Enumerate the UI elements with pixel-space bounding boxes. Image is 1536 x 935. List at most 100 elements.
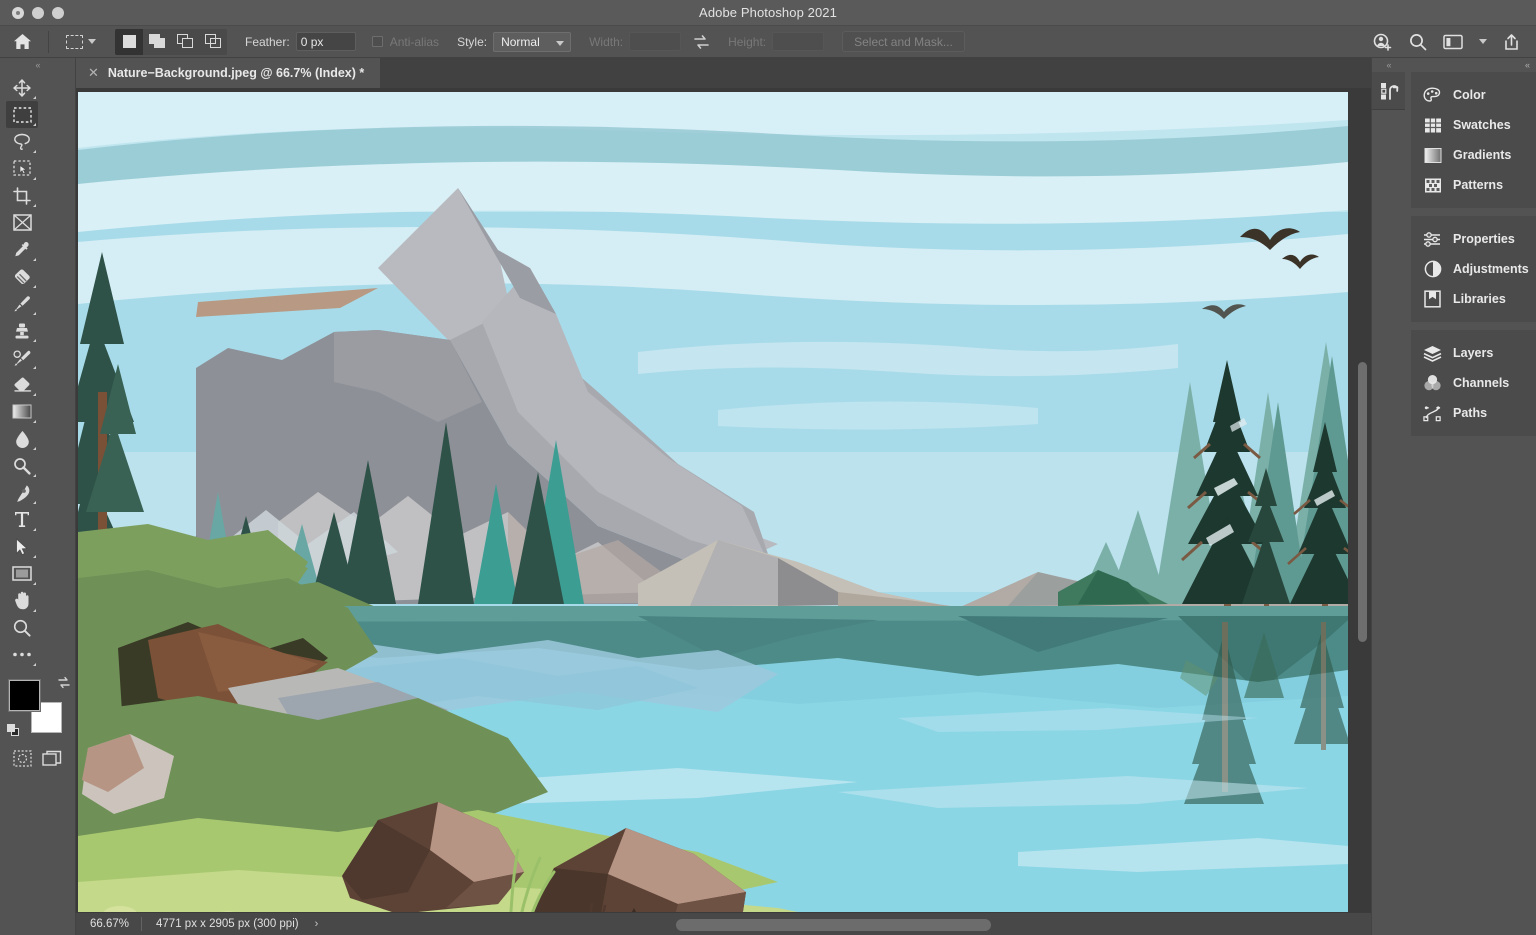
photoshop-window: Adobe Photoshop 2021 Feather: 0 px Anti-…: [0, 0, 1536, 935]
layers-stack-icon: [1423, 344, 1442, 363]
canvas-area: 66.67% 4771 px x 2905 px (300 ppi) ›: [76, 88, 1371, 935]
blur-tool[interactable]: [6, 425, 38, 452]
lasso-tool[interactable]: [6, 128, 38, 155]
eyedropper-tool[interactable]: [6, 236, 38, 263]
screen-mode-icon[interactable]: [42, 750, 62, 767]
search-adobe-stock-icon[interactable]: [1373, 33, 1393, 51]
swap-colors-icon[interactable]: [57, 676, 71, 689]
default-colors-icon[interactable]: [6, 724, 21, 738]
channels-venn-icon: [1423, 374, 1442, 393]
canvas-vertical-scrollbar[interactable]: [1356, 92, 1369, 920]
panel-layers[interactable]: Layers: [1411, 338, 1536, 368]
properties-group: Properties Adjustments Libraries: [1411, 216, 1536, 322]
panel-swatches[interactable]: Swatches: [1411, 110, 1536, 140]
panel-label: Color: [1453, 88, 1486, 102]
type-tool[interactable]: [6, 506, 38, 533]
panel-label: Properties: [1453, 232, 1515, 246]
brush-tool[interactable]: [6, 290, 38, 317]
eraser-tool[interactable]: [6, 371, 38, 398]
anti-alias-checkbox[interactable]: [371, 36, 383, 47]
canvas-horizontal-scrollbar[interactable]: [676, 919, 991, 931]
color-group: Color Swatches Gradients Patterns: [1411, 72, 1536, 208]
gradient-icon: [1423, 146, 1442, 165]
subtract-from-selection-button[interactable]: [171, 29, 199, 55]
document-tab-bar: ✕ Nature−Background.jpeg @ 66.7% (Index)…: [76, 58, 1371, 88]
gradient-tool[interactable]: [6, 398, 38, 425]
width-label: Width:: [589, 34, 624, 49]
select-and-mask-label: Select and Mask...: [854, 34, 953, 49]
path-selection-tool[interactable]: [6, 533, 38, 560]
workspace-icon[interactable]: [1443, 34, 1463, 50]
swatches-grid-icon: [1423, 116, 1442, 135]
style-select[interactable]: Normal: [493, 31, 572, 52]
height-input[interactable]: [772, 32, 825, 51]
dodge-tool[interactable]: [6, 452, 38, 479]
rectangle-tool[interactable]: [6, 560, 38, 587]
crop-tool[interactable]: [6, 182, 38, 209]
paths-bezier-icon: [1423, 404, 1442, 423]
squares-subtract-icon: [176, 34, 194, 49]
swap-arrows-icon[interactable]: [693, 34, 710, 49]
frame-tool[interactable]: [6, 209, 38, 236]
chevron-down-icon[interactable]: [88, 39, 96, 44]
panel-patterns[interactable]: Patterns: [1411, 170, 1536, 200]
history-panel-button[interactable]: [1372, 72, 1406, 110]
mini-panel-dock: «: [1371, 58, 1406, 935]
document-tab[interactable]: ✕ Nature−Background.jpeg @ 66.7% (Index)…: [76, 58, 381, 88]
panel-paths[interactable]: Paths: [1411, 398, 1536, 428]
chevron-down-icon[interactable]: [1479, 39, 1487, 44]
status-bar: 66.67% 4771 px x 2905 px (300 ppi) ›: [76, 912, 1371, 935]
move-tool[interactable]: [6, 74, 38, 101]
squares-intersect-icon: [204, 34, 222, 49]
panel-label: Libraries: [1453, 292, 1506, 306]
quick-mask-icon[interactable]: [13, 750, 32, 767]
patterns-icon: [1423, 176, 1442, 195]
right-dock-collapse-button[interactable]: «: [1405, 58, 1536, 72]
edit-toolbar-tool[interactable]: [6, 641, 38, 668]
chevron-right-icon[interactable]: ›: [299, 918, 319, 930]
panel-adjustments[interactable]: Adjustments: [1411, 254, 1536, 284]
panel-channels[interactable]: Channels: [1411, 368, 1536, 398]
tools-panel: «: [0, 58, 76, 935]
tools-collapse-button[interactable]: «: [0, 58, 75, 72]
new-selection-button[interactable]: [115, 28, 143, 55]
artboard[interactable]: [78, 92, 1348, 920]
hand-tool[interactable]: [6, 587, 38, 614]
tools-grid: [0, 72, 75, 668]
square-filled-icon: [122, 35, 136, 48]
rectangular-marquee-tool[interactable]: [6, 101, 38, 128]
panel-libraries[interactable]: Libraries: [1411, 284, 1536, 314]
share-icon[interactable]: [1503, 33, 1520, 51]
zoom-tool[interactable]: [6, 614, 38, 641]
intersect-with-selection-button[interactable]: [199, 29, 227, 55]
panel-label: Adjustments: [1453, 262, 1529, 276]
close-icon[interactable]: ✕: [88, 65, 99, 81]
spot-healing-brush-tool[interactable]: [6, 263, 38, 290]
panel-gradients[interactable]: Gradients: [1411, 140, 1536, 170]
width-input[interactable]: [629, 32, 682, 51]
panel-color[interactable]: Color: [1411, 80, 1536, 110]
half-circle-icon: [1423, 260, 1442, 279]
clone-stamp-tool[interactable]: [6, 317, 38, 344]
select-and-mask-button[interactable]: Select and Mask...: [842, 31, 965, 52]
mode-buttons: [0, 736, 75, 767]
mini-dock-collapse-button[interactable]: «: [1372, 58, 1405, 72]
sliders-icon: [1423, 230, 1442, 249]
home-icon[interactable]: [0, 33, 44, 50]
history-brush-tool[interactable]: [6, 344, 38, 371]
divider: [48, 30, 49, 53]
zoom-level[interactable]: 66.67%: [76, 918, 141, 930]
object-selection-tool[interactable]: [6, 155, 38, 182]
add-to-selection-button[interactable]: [143, 29, 171, 55]
panel-label: Patterns: [1453, 178, 1504, 192]
feather-input[interactable]: [295, 32, 356, 51]
foreground-color-swatch[interactable]: [8, 680, 40, 711]
document-tab-title: Nature−Background.jpeg @ 66.7% (Index) *: [107, 66, 365, 80]
selection-mode-group: [115, 28, 227, 55]
search-icon[interactable]: [1409, 33, 1427, 51]
window-title: Adobe Photoshop 2021: [699, 5, 837, 20]
panel-properties[interactable]: Properties: [1411, 224, 1536, 254]
scrollbar-thumb[interactable]: [1358, 362, 1367, 642]
active-tool-preset[interactable]: [61, 33, 101, 51]
pen-tool[interactable]: [6, 479, 38, 506]
